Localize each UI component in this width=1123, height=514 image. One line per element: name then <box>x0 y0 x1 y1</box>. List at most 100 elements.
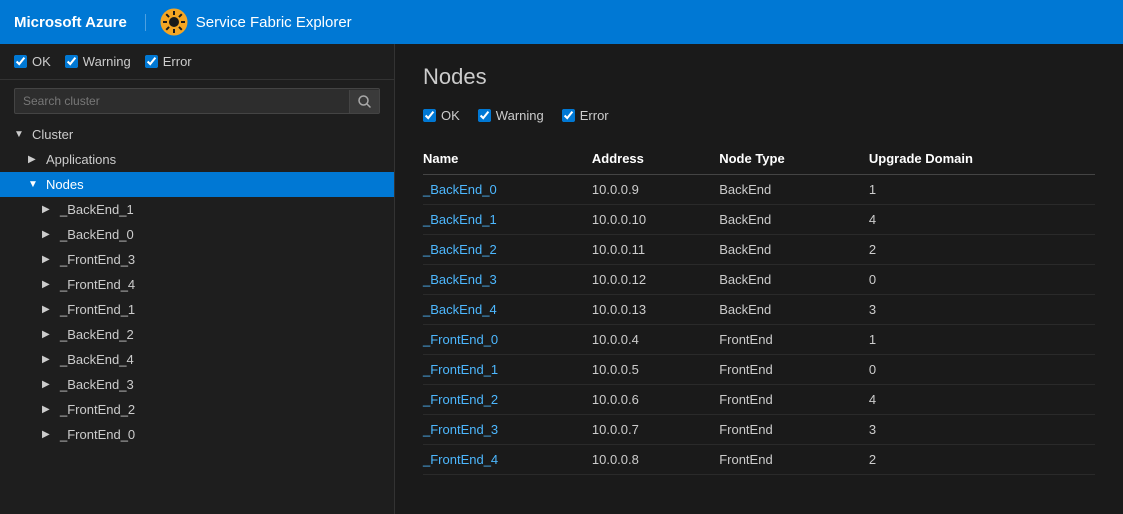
sidebar-filter-error[interactable]: Error <box>145 54 192 69</box>
node-upgrade-domain-cell: 4 <box>869 205 1095 235</box>
node-upgrade-domain-cell: 2 <box>869 445 1095 475</box>
chevron-right-icon <box>42 254 54 265</box>
node-address-cell: 10.0.0.13 <box>592 295 719 325</box>
node-name-link[interactable]: _FrontEnd_3 <box>423 422 498 437</box>
chevron-right-icon <box>28 154 40 165</box>
table-row: _BackEnd_1 10.0.0.10 BackEnd 4 <box>423 205 1095 235</box>
tree-item-backend1[interactable]: _BackEnd_1 <box>0 197 394 222</box>
node-address-cell: 10.0.0.7 <box>592 415 719 445</box>
chevron-right-icon <box>42 279 54 290</box>
content-filter-error[interactable]: Error <box>562 108 609 123</box>
chevron-right-icon <box>42 429 54 440</box>
node-type-cell: FrontEnd <box>719 325 869 355</box>
node-name-cell: _BackEnd_0 <box>423 175 592 205</box>
search-button[interactable] <box>349 90 379 113</box>
node-name-cell: _FrontEnd_0 <box>423 325 592 355</box>
tree-item-nodes[interactable]: Nodes <box>0 172 394 197</box>
tree-item-frontend0[interactable]: _FrontEnd_0 <box>0 422 394 447</box>
content-filter-bar: OK Warning Error <box>423 108 1095 123</box>
col-address: Address <box>592 143 719 175</box>
table-row: _FrontEnd_2 10.0.0.6 FrontEnd 4 <box>423 385 1095 415</box>
nodes-table: Name Address Node Type Upgrade Domain _B… <box>423 143 1095 475</box>
node-name-cell: _FrontEnd_2 <box>423 385 592 415</box>
node-name-link[interactable]: _BackEnd_0 <box>423 182 497 197</box>
node-name-link[interactable]: _BackEnd_4 <box>423 302 497 317</box>
chevron-right-icon <box>42 329 54 340</box>
node-name-link[interactable]: _BackEnd_3 <box>423 272 497 287</box>
search-box <box>14 88 380 114</box>
tree-item-backend4[interactable]: _BackEnd_4 <box>0 347 394 372</box>
tree-item-frontend4[interactable]: _FrontEnd_4 <box>0 272 394 297</box>
node-address-cell: 10.0.0.10 <box>592 205 719 235</box>
search-icon <box>358 95 371 108</box>
node-name-link[interactable]: _BackEnd_2 <box>423 242 497 257</box>
sidebar: OK Warning Error <box>0 44 395 514</box>
node-type-cell: FrontEnd <box>719 415 869 445</box>
node-upgrade-domain-cell: 0 <box>869 355 1095 385</box>
table-row: _BackEnd_2 10.0.0.11 BackEnd 2 <box>423 235 1095 265</box>
node-type-cell: BackEnd <box>719 235 869 265</box>
node-upgrade-domain-cell: 3 <box>869 295 1095 325</box>
node-name-cell: _FrontEnd_3 <box>423 415 592 445</box>
node-upgrade-domain-cell: 3 <box>869 415 1095 445</box>
chevron-right-icon <box>42 404 54 415</box>
node-type-cell: BackEnd <box>719 205 869 235</box>
chevron-down-icon <box>14 129 26 140</box>
content-filter-warning[interactable]: Warning <box>478 108 544 123</box>
tree-item-applications[interactable]: Applications <box>0 147 394 172</box>
node-upgrade-domain-cell: 0 <box>869 265 1095 295</box>
main-layout: OK Warning Error <box>0 44 1123 514</box>
table-header-row: Name Address Node Type Upgrade Domain <box>423 143 1095 175</box>
node-name-link[interactable]: _FrontEnd_1 <box>423 362 498 377</box>
node-type-cell: BackEnd <box>719 175 869 205</box>
chevron-down-icon <box>28 179 40 190</box>
chevron-right-icon <box>42 379 54 390</box>
search-input[interactable] <box>15 89 349 113</box>
node-upgrade-domain-cell: 2 <box>869 235 1095 265</box>
node-address-cell: 10.0.0.12 <box>592 265 719 295</box>
tree-item-frontend3[interactable]: _FrontEnd_3 <box>0 247 394 272</box>
tree-item-backend3[interactable]: _BackEnd_3 <box>0 372 394 397</box>
chevron-right-icon <box>42 229 54 240</box>
node-name-link[interactable]: _BackEnd_1 <box>423 212 497 227</box>
chevron-right-icon <box>42 304 54 315</box>
sfx-title: Service Fabric Explorer <box>196 14 352 31</box>
sidebar-filter-warning[interactable]: Warning <box>65 54 131 69</box>
app-header: Microsoft Azure Service Fabric Explorer <box>0 0 1123 44</box>
tree-item-backend0[interactable]: _BackEnd_0 <box>0 222 394 247</box>
sidebar-filter-ok[interactable]: OK <box>14 54 51 69</box>
node-address-cell: 10.0.0.11 <box>592 235 719 265</box>
table-row: _FrontEnd_4 10.0.0.8 FrontEnd 2 <box>423 445 1095 475</box>
node-name-link[interactable]: _FrontEnd_2 <box>423 392 498 407</box>
page-title: Nodes <box>423 64 1095 90</box>
tree-item-cluster[interactable]: Cluster <box>0 122 394 147</box>
node-name-cell: _FrontEnd_4 <box>423 445 592 475</box>
table-row: _BackEnd_4 10.0.0.13 BackEnd 3 <box>423 295 1095 325</box>
node-name-cell: _BackEnd_3 <box>423 265 592 295</box>
tree-item-frontend2[interactable]: _FrontEnd_2 <box>0 397 394 422</box>
node-type-cell: BackEnd <box>719 265 869 295</box>
node-address-cell: 10.0.0.5 <box>592 355 719 385</box>
col-name: Name <box>423 143 592 175</box>
sfx-logo-icon <box>160 8 188 36</box>
col-node-type: Node Type <box>719 143 869 175</box>
content-filter-ok[interactable]: OK <box>423 108 460 123</box>
node-name-cell: _BackEnd_1 <box>423 205 592 235</box>
content-area: Nodes OK Warning Error Name Address <box>395 44 1123 514</box>
tree-item-backend2[interactable]: _BackEnd_2 <box>0 322 394 347</box>
sidebar-filter-bar: OK Warning Error <box>0 44 394 80</box>
node-name-cell: _FrontEnd_1 <box>423 355 592 385</box>
chevron-right-icon <box>42 204 54 215</box>
chevron-right-icon <box>42 354 54 365</box>
node-name-cell: _BackEnd_4 <box>423 295 592 325</box>
node-address-cell: 10.0.0.8 <box>592 445 719 475</box>
node-upgrade-domain-cell: 4 <box>869 385 1095 415</box>
node-name-link[interactable]: _FrontEnd_4 <box>423 452 498 467</box>
node-type-cell: FrontEnd <box>719 445 869 475</box>
tree-item-frontend1[interactable]: _FrontEnd_1 <box>0 297 394 322</box>
node-address-cell: 10.0.0.6 <box>592 385 719 415</box>
node-name-link[interactable]: _FrontEnd_0 <box>423 332 498 347</box>
node-type-cell: FrontEnd <box>719 355 869 385</box>
node-upgrade-domain-cell: 1 <box>869 175 1095 205</box>
table-row: _BackEnd_3 10.0.0.12 BackEnd 0 <box>423 265 1095 295</box>
